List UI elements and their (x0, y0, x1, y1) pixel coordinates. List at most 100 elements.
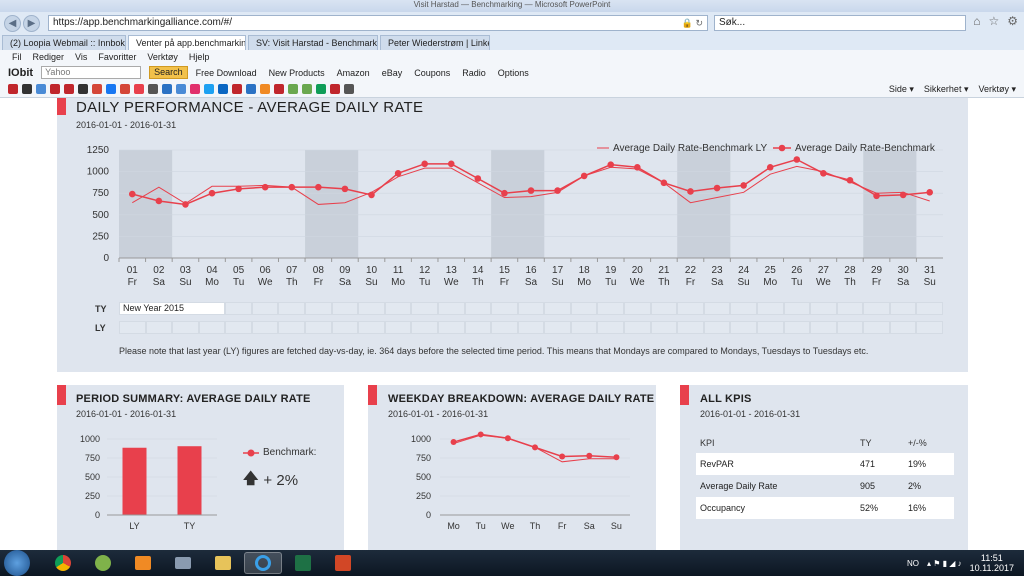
favorite-site-icon[interactable] (162, 84, 172, 94)
favorite-site-icon[interactable] (120, 84, 130, 94)
menu-item[interactable]: Fil (12, 50, 22, 64)
command-menu[interactable]: Verktøy ▾ (978, 84, 1016, 95)
favorite-site-icon[interactable] (106, 84, 116, 94)
x-tick-label: 22 (685, 265, 697, 276)
ly-event-cell (703, 321, 731, 334)
toolbar-link[interactable]: Amazon (337, 68, 370, 78)
y-tick-label: 0 (103, 253, 109, 264)
browser-tab[interactable]: Peter Wiederstrøm | LinkedIn (380, 35, 490, 50)
favorite-site-icon[interactable] (232, 84, 242, 94)
toolbar-link[interactable]: Coupons (414, 68, 450, 78)
explorer-taskbar-icon[interactable] (204, 552, 242, 574)
favorite-site-icon[interactable] (218, 84, 228, 94)
favorite-site-icon[interactable] (288, 84, 298, 94)
menu-item[interactable]: Verktøy (147, 50, 178, 64)
favorite-site-icon[interactable] (134, 84, 144, 94)
toolbar-link[interactable]: Free Download (196, 68, 257, 78)
favorite-site-icon[interactable] (302, 84, 312, 94)
favorite-site-icon[interactable] (316, 84, 326, 94)
toolbar-link[interactable]: New Products (269, 68, 325, 78)
ly-event-cell (916, 321, 943, 334)
favorite-site-icon[interactable] (344, 84, 354, 94)
x-tick-label: 01 (127, 265, 139, 276)
chrome-taskbar-icon[interactable] (44, 552, 82, 574)
tab-label: Peter Wiederstrøm | LinkedIn (388, 37, 489, 48)
back-icon[interactable]: ◀ (4, 14, 21, 32)
bar (177, 446, 202, 515)
mail-taskbar-icon[interactable] (164, 552, 202, 574)
data-point-ty (128, 190, 136, 198)
url-text: https://app.benchmarkingalliance.com/#/ (53, 17, 232, 28)
page-content: DAILY PERFORMANCE - AVERAGE DAILY RATE 2… (0, 98, 1024, 550)
toolbar-link[interactable]: Radio (462, 68, 486, 78)
table-row[interactable]: Average Daily Rate 905 2% (696, 475, 954, 497)
language-indicator[interactable]: NO (907, 559, 919, 568)
menu-item[interactable]: Rediger (33, 50, 65, 64)
x-weekday-label: We (444, 277, 459, 288)
favorite-site-icon[interactable] (274, 84, 284, 94)
toolbar-link[interactable]: eBay (382, 68, 403, 78)
tray-icons[interactable]: ▴ ⚑ ▮ ◢ ♪ (927, 559, 962, 568)
toolbar-link[interactable]: Options (498, 68, 529, 78)
start-button[interactable] (4, 550, 30, 576)
data-point-ty (182, 201, 189, 208)
media-player-taskbar-icon[interactable] (124, 552, 162, 574)
ly-event-cell (836, 321, 864, 334)
excel-taskbar-icon[interactable] (284, 552, 322, 574)
favorite-site-icon[interactable] (260, 84, 270, 94)
favorite-site-icon[interactable] (148, 84, 158, 94)
favorites-star-icon[interactable]: ☆ (988, 14, 999, 28)
ly-event-cell (730, 321, 757, 334)
favorite-site-icon[interactable] (176, 84, 186, 94)
table-row[interactable]: RevPAR 471 19% (696, 453, 954, 475)
command-menu[interactable]: Side ▾ (889, 84, 914, 95)
yahoo-search-input[interactable]: Yahoo (41, 66, 142, 79)
x-weekday-label: Mo (205, 277, 219, 288)
internet-explorer-taskbar-icon[interactable] (244, 552, 282, 574)
favorite-site-icon[interactable] (64, 84, 74, 94)
address-bar[interactable]: https://app.benchmarkingalliance.com/#/ … (48, 15, 708, 31)
forward-icon[interactable]: ▶ (23, 14, 40, 32)
settings-gear-icon[interactable]: ⚙ (1007, 14, 1018, 28)
x-tick-label: 08 (313, 265, 325, 276)
favorite-site-icon[interactable] (8, 84, 18, 94)
favorite-site-icon[interactable] (78, 84, 88, 94)
favorite-site-icon[interactable] (330, 84, 340, 94)
command-menu[interactable]: Sikkerhet ▾ (924, 84, 969, 95)
windows-taskbar: NO ▴ ⚑ ▮ ◢ ♪ 11:51 10.11.2017 (0, 550, 1024, 576)
favorite-site-icon[interactable] (50, 84, 60, 94)
table-row[interactable]: Occupancy 52% 16% (696, 497, 954, 519)
ty-event-cell (570, 302, 598, 315)
favorite-site-icon[interactable] (92, 84, 102, 94)
bar (122, 447, 147, 515)
x-weekday-label: Sa (153, 277, 166, 288)
favorite-site-icon[interactable] (22, 84, 32, 94)
x-tick-label: 27 (818, 265, 830, 276)
favorite-site-icon[interactable] (204, 84, 214, 94)
home-icon[interactable]: ⌂ (973, 14, 980, 28)
lock-icon[interactable]: 🔒 ↻ (682, 16, 707, 30)
users-taskbar-icon[interactable] (84, 552, 122, 574)
browser-tab[interactable]: (2) Loopia Webmail :: Innboks (2, 35, 126, 50)
x-tick-label: 21 (658, 265, 670, 276)
ly-event-cell (544, 321, 571, 334)
powerpoint-taskbar-icon[interactable] (324, 552, 362, 574)
menu-item[interactable]: Favoritter (98, 50, 136, 64)
ly-events-grid (119, 321, 943, 334)
x-tick-label: 29 (871, 265, 883, 276)
ty-event-cell: New Year 2015 (119, 302, 226, 315)
menu-item[interactable]: Vis (75, 50, 87, 64)
favorite-site-icon[interactable] (36, 84, 46, 94)
x-tick-label: LY (129, 521, 139, 531)
ly-event-cell (517, 321, 545, 334)
kpi-header-row: KPI TY +/-% (696, 433, 954, 453)
browser-search-input[interactable]: Søk... (714, 15, 966, 31)
menu-item[interactable]: Hjelp (189, 50, 210, 64)
ty-event-cell (783, 302, 811, 315)
clock[interactable]: 11:51 10.11.2017 (970, 553, 1014, 573)
favorite-site-icon[interactable] (246, 84, 256, 94)
browser-tab[interactable]: Venter på app.benchmarkin... (128, 35, 246, 50)
yahoo-search-button[interactable]: Search (149, 66, 188, 79)
browser-tab[interactable]: SV: Visit Harstad - Benchmarki... (248, 35, 378, 50)
favorite-site-icon[interactable] (190, 84, 200, 94)
